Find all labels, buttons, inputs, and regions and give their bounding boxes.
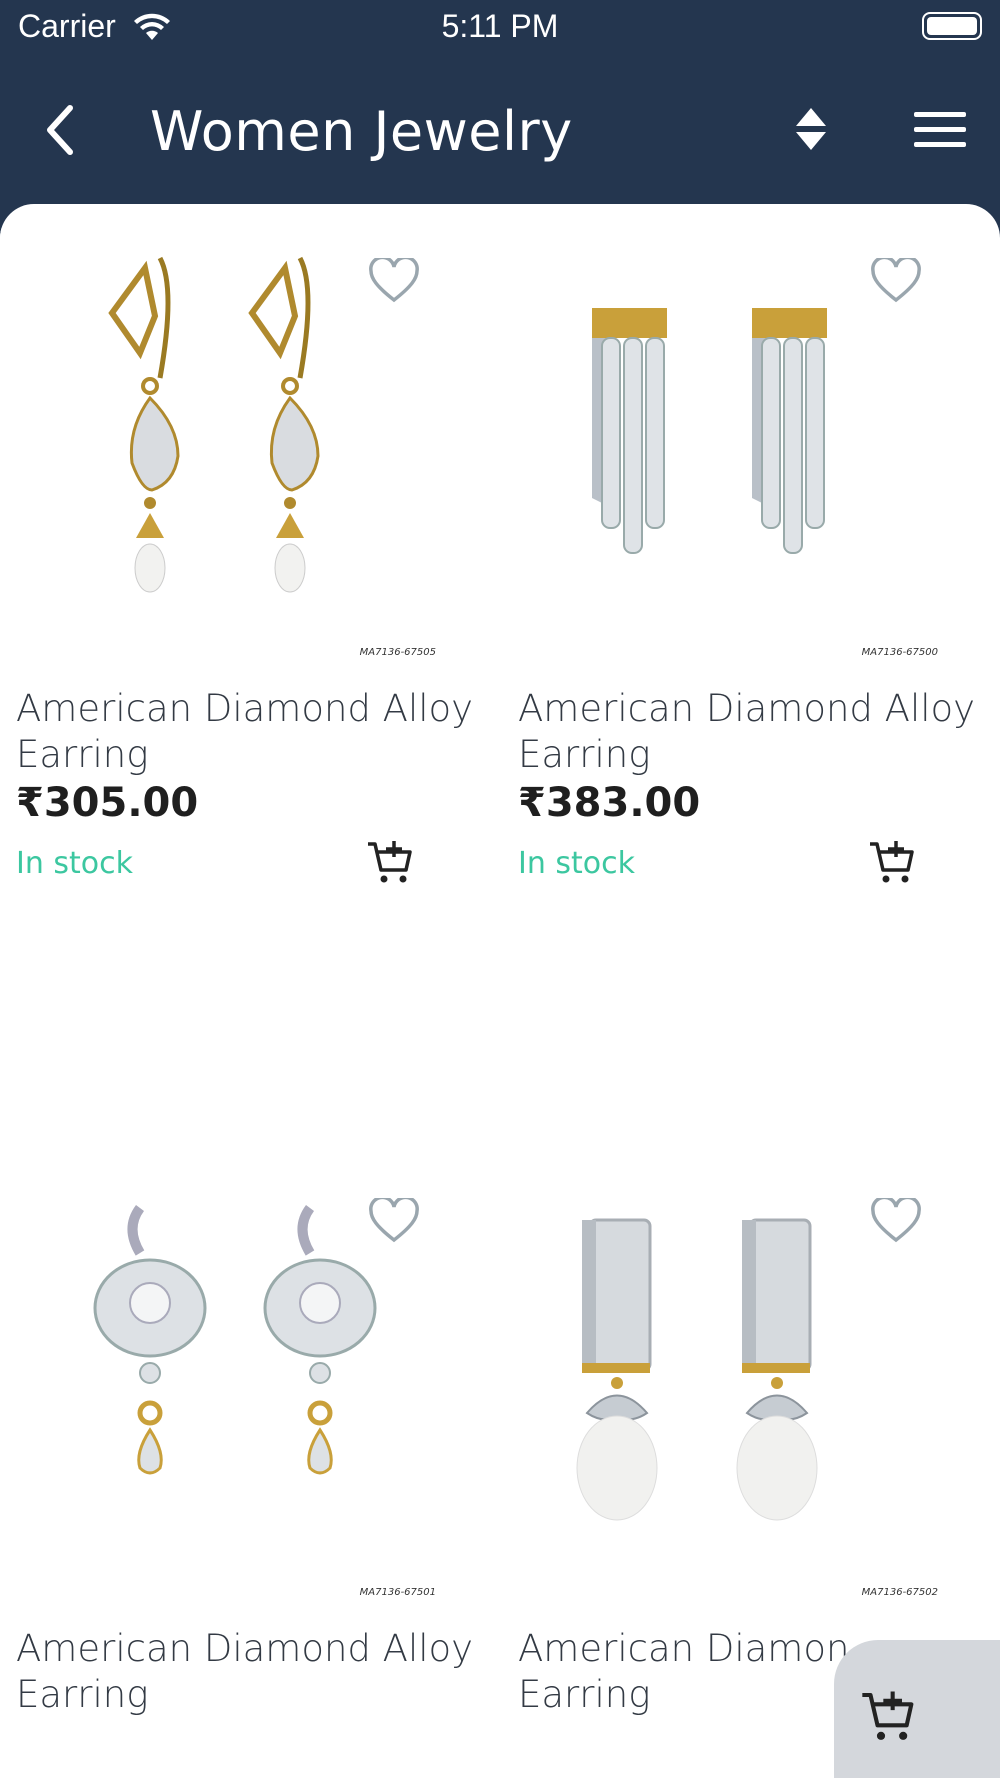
favorite-heart-icon[interactable] [368,1198,420,1244]
product-name[interactable]: American Diamond Alloy Earring [518,686,978,778]
favorite-heart-icon[interactable] [368,258,420,304]
page-title: Women Jewelry [150,100,573,163]
back-button[interactable] [40,100,84,160]
product-name[interactable]: American Diamond Alloy Earring [16,1626,476,1718]
product-card[interactable]: MA7136-67505 American Diamond Alloy Earr… [0,228,473,908]
product-card[interactable]: MA7136-67500 American Diamond Alloy Earr… [502,228,975,908]
hamburger-menu-button[interactable] [914,110,966,150]
product-sku: MA7136-67502 [861,1587,938,1598]
sort-button[interactable] [794,106,828,152]
cart-plus-icon [862,1691,914,1740]
product-price: ₹305.00 [16,780,199,826]
product-grid: MA7136-67505 American Diamond Alloy Earr… [0,204,1000,1778]
stock-status: In stock [518,846,636,881]
stock-status: In stock [16,846,134,881]
status-time: 5:11 PM [441,8,559,44]
product-name[interactable]: American Diamond Alloy Earring [16,686,476,778]
product-card[interactable]: MA7136-67501 American Diamond Alloy Earr… [0,1168,473,1778]
floating-cart-button[interactable] [834,1640,1000,1778]
status-bar: Carrier 5:11 PM [0,0,1000,60]
favorite-heart-icon[interactable] [870,1198,922,1244]
add-to-cart-icon[interactable] [868,838,916,886]
product-sku: MA7136-67501 [359,1587,436,1598]
favorite-heart-icon[interactable] [870,258,922,304]
navigation-bar: Women Jewelry [0,60,1000,200]
add-to-cart-icon[interactable] [366,838,414,886]
battery-icon [922,12,982,40]
product-price: ₹383.00 [518,780,701,826]
product-sku: MA7136-67505 [359,647,436,658]
product-sku: MA7136-67500 [861,647,938,658]
